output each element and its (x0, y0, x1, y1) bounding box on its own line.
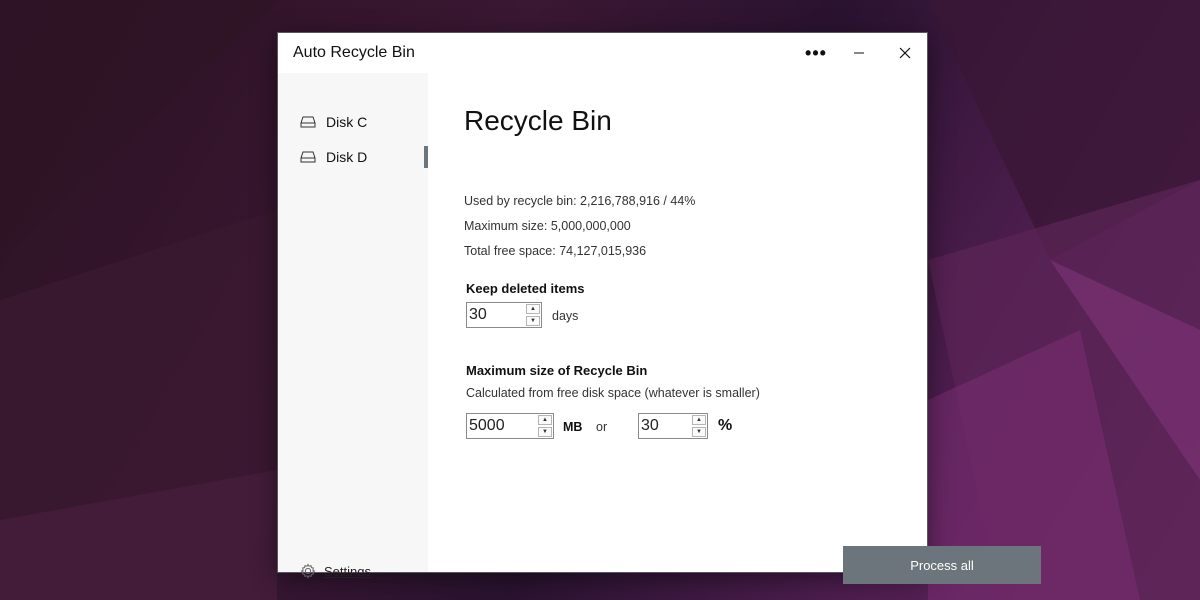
sidebar-item-disk-c[interactable]: Disk C (278, 108, 428, 136)
page-title: Recycle Bin (464, 105, 612, 136)
sidebar-item-label: Disk C (326, 114, 368, 130)
maximum-size-text: Maximum size: 5,000,000,000 (464, 219, 631, 233)
minimize-button[interactable] (836, 33, 882, 73)
drive-icon (300, 116, 316, 128)
close-icon (899, 47, 911, 59)
chevron-down-icon: ▼ (542, 429, 548, 435)
chevron-down-icon: ▼ (530, 318, 536, 324)
keep-days-input[interactable] (467, 303, 527, 327)
mb-unit-label: MB (563, 420, 583, 434)
minimize-icon (854, 52, 864, 54)
gear-icon (300, 563, 316, 579)
max-size-percent-stepper[interactable]: ▲ ▼ (638, 413, 708, 439)
settings-link[interactable]: Settings (300, 563, 371, 579)
max-size-title: Maximum size of Recycle Bin (466, 363, 648, 378)
main-panel: Recycle Bin Used by recycle bin: 2,216,7… (428, 73, 1041, 584)
chevron-up-icon: ▲ (542, 417, 548, 423)
keep-deleted-items-title: Keep deleted items (466, 281, 585, 296)
spin-up-button[interactable]: ▲ (538, 415, 552, 425)
spinner-arrows: ▲ ▼ (692, 415, 706, 437)
sidebar-item-disk-d[interactable]: Disk D (278, 143, 428, 171)
title-bar: Auto Recycle Bin ••• (278, 33, 927, 73)
chevron-up-icon: ▲ (530, 306, 536, 312)
more-icon: ••• (805, 42, 827, 63)
close-button[interactable] (882, 33, 928, 73)
app-window: Auto Recycle Bin ••• Disk C Disk D Setti… (277, 32, 1041, 584)
drive-icon (300, 151, 316, 163)
spin-up-button[interactable]: ▲ (692, 415, 706, 425)
used-by-recycle-bin-text: Used by recycle bin: 2,216,788,916 / 44% (464, 194, 696, 208)
max-size-mb-input[interactable] (467, 414, 539, 438)
spinner-arrows: ▲ ▼ (526, 304, 540, 326)
total-free-space-text: Total free space: 74,127,015,936 (464, 244, 647, 258)
max-size-percent-input[interactable] (639, 414, 693, 438)
spin-up-button[interactable]: ▲ (526, 304, 540, 314)
spin-down-button[interactable]: ▼ (692, 427, 706, 437)
window-title: Auto Recycle Bin (293, 44, 415, 61)
chevron-up-icon: ▲ (696, 417, 702, 423)
spin-down-button[interactable]: ▼ (538, 427, 552, 437)
chevron-down-icon: ▼ (696, 429, 702, 435)
days-unit-label: days (552, 309, 579, 323)
max-size-mb-stepper[interactable]: ▲ ▼ (466, 413, 554, 439)
more-options-button[interactable]: ••• (793, 33, 839, 73)
process-all-button[interactable]: Process all (843, 546, 1041, 584)
keep-days-stepper[interactable]: ▲ ▼ (466, 302, 542, 328)
max-size-subtitle: Calculated from free disk space (whateve… (466, 386, 760, 400)
or-label: or (596, 420, 608, 434)
spinner-arrows: ▲ ▼ (538, 415, 552, 437)
spin-down-button[interactable]: ▼ (526, 316, 540, 326)
percent-unit-label: % (718, 417, 733, 434)
sidebar: Disk C Disk D Settings (278, 73, 428, 579)
sidebar-item-label: Disk D (326, 149, 368, 165)
settings-label: Settings (324, 563, 371, 579)
